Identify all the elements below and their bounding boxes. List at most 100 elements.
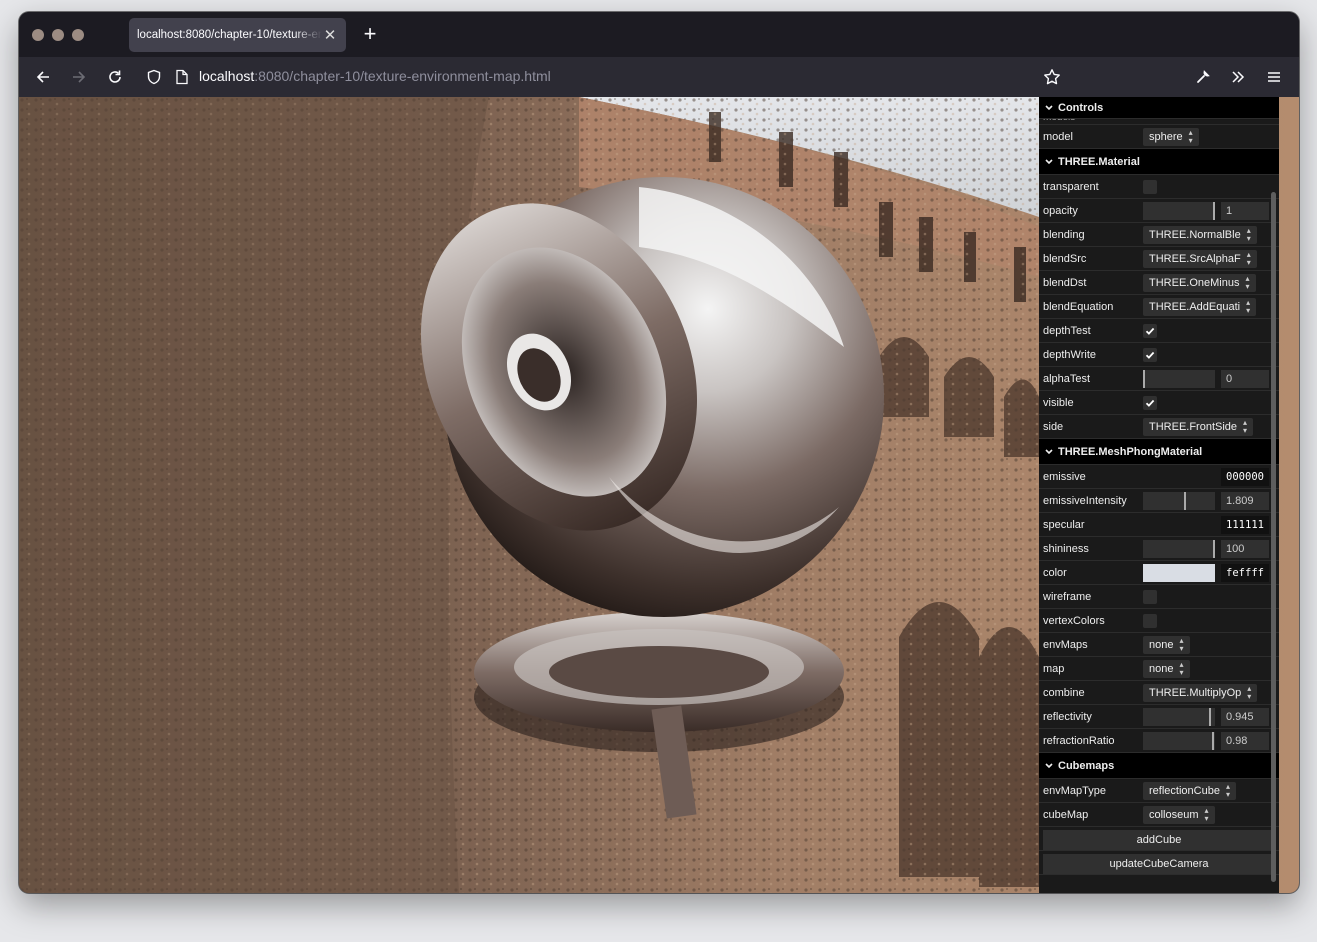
phong-rows: emissive 000000 emissiveIntensity 1.809 spec… — [1039, 465, 1279, 753]
blend-src-select[interactable]: THREE.SrcAlphaF ▴ ▾ — [1143, 250, 1257, 268]
refraction-ratio-number-input[interactable]: 0.98 — [1221, 732, 1269, 750]
address-bar[interactable]: localhost:8080/chapter-10/texture-enviro… — [137, 61, 1075, 93]
transparent-checkbox[interactable] — [1143, 180, 1157, 194]
map-value: none — [1149, 663, 1174, 675]
model-select[interactable]: sphere ▴ ▾ — [1143, 128, 1199, 146]
overflow-button[interactable] — [1226, 65, 1250, 89]
close-window-button[interactable] — [32, 29, 44, 41]
select-arrows-icon: ▴ ▾ — [1179, 660, 1184, 677]
phong-title: THREE.MeshPhongMaterial — [1058, 445, 1203, 458]
minimize-window-button[interactable] — [52, 29, 64, 41]
hamburger-icon — [1268, 72, 1280, 82]
combine-select[interactable]: THREE.MultiplyOp ▴ ▾ — [1143, 684, 1258, 702]
env-map-type-row: envMapType reflectionCube ▴ ▾ — [1039, 779, 1279, 803]
specular-color-input[interactable]: 111111 — [1221, 516, 1269, 534]
browser-window: localhost:8080/chapter-10/texture-enviro… — [19, 12, 1299, 893]
blend-dst-value: THREE.OneMinus — [1149, 277, 1240, 289]
refraction-ratio-label: refractionRatio — [1043, 734, 1115, 747]
shininess-number-input[interactable]: 100 — [1221, 540, 1269, 558]
emissive-color-input[interactable]: 000000 — [1221, 468, 1269, 486]
select-arrows-icon: ▴ ▾ — [1188, 128, 1193, 145]
depth-test-row: depthTest — [1039, 319, 1279, 343]
select-arrows-icon: ▴ ▾ — [1225, 782, 1230, 799]
env-maps-select[interactable]: none ▴ ▾ — [1143, 636, 1190, 654]
checkmark-icon — [1145, 399, 1155, 407]
chevron-down-icon — [1045, 448, 1053, 454]
back-button[interactable] — [31, 65, 55, 89]
color-color-input[interactable]: feffff — [1221, 564, 1269, 582]
emissive-row: emissive 000000 — [1039, 465, 1279, 489]
material-folder-title[interactable]: THREE.Material — [1039, 149, 1279, 175]
reload-button[interactable] — [103, 65, 127, 89]
color-row: color feffff — [1039, 561, 1279, 585]
alpha-test-slider[interactable] — [1143, 370, 1215, 388]
side-row: side THREE.FrontSide ▴ ▾ — [1039, 415, 1279, 439]
combine-value: THREE.MultiplyOp — [1149, 687, 1242, 699]
env-maps-value: none — [1149, 639, 1174, 651]
emissive-intensity-label: emissiveIntensity — [1043, 494, 1127, 507]
wireframe-checkbox[interactable] — [1143, 590, 1157, 604]
opacity-row: opacity 1 — [1039, 199, 1279, 223]
controls-folder-title[interactable]: Controls — [1039, 97, 1279, 119]
alpha-test-label: alphaTest — [1043, 372, 1091, 385]
model-row: model sphere ▴ ▾ — [1039, 125, 1279, 149]
tab-strip: localhost:8080/chapter-10/texture-enviro… — [19, 12, 1299, 57]
alpha-test-slider-fill — [1143, 370, 1145, 388]
reflectivity-slider-fill — [1143, 708, 1211, 726]
new-tab-button[interactable]: + — [358, 23, 382, 47]
cube-map-label: cubeMap — [1043, 808, 1089, 821]
tools-button[interactable] — [1191, 65, 1215, 89]
side-select[interactable]: THREE.FrontSide ▴ ▾ — [1143, 418, 1254, 436]
chevron-down-icon — [1045, 762, 1053, 768]
model-label: model — [1043, 130, 1073, 143]
select-arrows-icon: ▴ ▾ — [1179, 636, 1184, 653]
env-map-type-select[interactable]: reflectionCube ▴ ▾ — [1143, 782, 1236, 800]
cube-map-select[interactable]: colloseum ▴ ▾ — [1143, 806, 1215, 824]
shininess-slider[interactable] — [1143, 540, 1215, 558]
blend-equation-label: blendEquation — [1043, 300, 1114, 313]
depth-write-checkbox[interactable] — [1143, 348, 1157, 362]
map-select[interactable]: none ▴ ▾ — [1143, 660, 1190, 678]
update-cube-camera-button[interactable]: updateCubeCamera — [1043, 854, 1275, 874]
emissive-intensity-slider[interactable] — [1143, 492, 1215, 510]
refraction-ratio-slider-fill — [1143, 732, 1214, 750]
color-label: color — [1043, 566, 1067, 579]
tab-title: localhost:8080/chapter-10/texture-enviro… — [137, 29, 322, 41]
depth-test-label: depthTest — [1043, 324, 1091, 337]
emissive-intensity-number-input[interactable]: 1.809 — [1221, 492, 1269, 510]
opacity-slider[interactable] — [1143, 202, 1215, 220]
material-title: THREE.Material — [1058, 155, 1140, 168]
cube-map-value: colloseum — [1149, 809, 1199, 821]
cubemaps-folder-title[interactable]: Cubemaps — [1039, 753, 1279, 779]
forward-button[interactable] — [67, 65, 91, 89]
arrow-right-icon — [73, 71, 86, 83]
add-cube-button[interactable]: addCube — [1043, 830, 1275, 850]
depth-test-checkbox[interactable] — [1143, 324, 1157, 338]
refraction-ratio-slider[interactable] — [1143, 732, 1215, 750]
vertex-colors-checkbox[interactable] — [1143, 614, 1157, 628]
alpha-test-number-input[interactable]: 0 — [1221, 370, 1269, 388]
color-swatch[interactable] — [1143, 564, 1215, 582]
visible-checkbox[interactable] — [1143, 396, 1157, 410]
chevron-down-icon — [1045, 158, 1053, 164]
emissive-intensity-slider-fill — [1143, 492, 1186, 510]
blend-equation-select[interactable]: THREE.AddEquati ▴ ▾ — [1143, 298, 1257, 316]
gui-scrollbar[interactable] — [1271, 192, 1276, 882]
phong-folder-title[interactable]: THREE.MeshPhongMaterial — [1039, 439, 1279, 465]
depth-write-label: depthWrite — [1043, 348, 1096, 361]
menu-button[interactable] — [1262, 65, 1286, 89]
clipped-label: models — [1039, 119, 1075, 123]
page-content: Controls models model sphere ▴▾ THREE.Ma… — [19, 97, 1299, 893]
zoom-window-button[interactable] — [72, 29, 84, 41]
active-tab[interactable]: localhost:8080/chapter-10/texture-enviro… — [129, 18, 346, 52]
transparent-label: transparent — [1043, 180, 1099, 193]
opacity-number-input[interactable]: 1 — [1221, 202, 1269, 220]
blending-select[interactable]: THREE.NormalBle ▴ ▾ — [1143, 226, 1257, 244]
reflectivity-number-input[interactable]: 0.945 — [1221, 708, 1269, 726]
blend-dst-row: blendDst THREE.OneMinus ▴ ▾ — [1039, 271, 1279, 295]
tab-close-icon[interactable]: ✕ — [322, 26, 338, 44]
material-rows: transparent opacity 1 blending THREE.NormalB… — [1039, 175, 1279, 439]
reflectivity-slider[interactable] — [1143, 708, 1215, 726]
blend-dst-select[interactable]: THREE.OneMinus ▴ ▾ — [1143, 274, 1256, 292]
url-host: localhost — [199, 68, 255, 84]
